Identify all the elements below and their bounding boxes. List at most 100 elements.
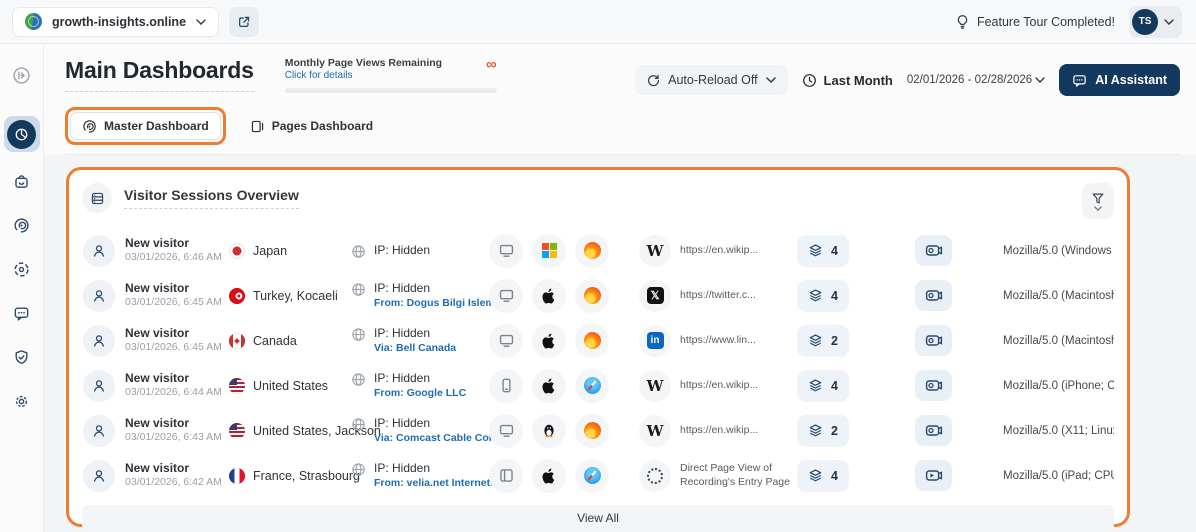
user-agent: Mozilla/5.0 (X11; Linux x8...: [1003, 425, 1114, 437]
isp-link[interactable]: Via: Bell Canada: [374, 341, 456, 355]
view-all-button[interactable]: View All: [82, 505, 1114, 531]
desktop-icon: [489, 324, 523, 358]
pages-dashboard-icon: [250, 119, 265, 134]
session-row[interactable]: New visitor03/01/2026, 6:44 AM United St…: [82, 363, 1114, 408]
visitor-icon: [83, 235, 115, 267]
auto-reload-dropdown[interactable]: Auto-Reload Off: [635, 65, 787, 95]
ai-assistant-button[interactable]: AI Assistant: [1059, 64, 1180, 96]
feature-tour-status[interactable]: Feature Tour Completed!: [955, 14, 1115, 30]
sidebar: [0, 44, 44, 532]
user-menu[interactable]: TS: [1129, 6, 1182, 38]
country-label: France, Strasbourg: [253, 469, 360, 483]
open-website-button[interactable]: [229, 7, 259, 37]
master-dashboard-highlight: Master Dashboard: [65, 107, 226, 145]
sidebar-item-feedback[interactable]: [7, 298, 37, 328]
sidebar-item-session-recordings[interactable]: [7, 254, 37, 284]
dashboards-pie-icon: [7, 120, 36, 149]
pages-count-badge[interactable]: 2: [797, 325, 849, 357]
referrer-url: https://en.wikip...: [680, 424, 758, 438]
referrer-url: https://twitter.c...: [680, 289, 756, 303]
card-title: Visitor Sessions Overview: [124, 187, 299, 209]
visitor-type: New visitor: [125, 281, 222, 297]
linkedin-icon: in: [639, 325, 671, 357]
firefox-icon: [575, 279, 609, 313]
isp-link[interactable]: From: velia.net Internetd...: [374, 476, 505, 490]
sidebar-item-visitor-behavior[interactable]: [7, 210, 37, 240]
sidebar-item-dashboards[interactable]: [4, 116, 40, 152]
wikipedia-icon: W: [639, 235, 671, 267]
camera-icon[interactable]: [915, 280, 952, 311]
ip-label: IP: Hidden: [374, 281, 506, 297]
pages-count-badge[interactable]: 4: [797, 235, 849, 267]
sidebar-item-settings[interactable]: [7, 386, 37, 416]
safari-icon: [575, 369, 609, 403]
visit-datetime: 03/01/2026, 6:45 AM: [125, 341, 222, 355]
globe-icon: [351, 462, 366, 477]
sidebar-item-ecommerce[interactable]: [7, 166, 37, 196]
tab-pages-label: Pages Dashboard: [272, 119, 373, 133]
camera-icon[interactable]: [915, 415, 952, 446]
pages-count: 4: [831, 244, 838, 258]
session-row[interactable]: New visitor03/01/2026, 6:46 AM Japan IP:…: [82, 228, 1114, 273]
external-link-icon: [237, 15, 251, 29]
date-range-picker[interactable]: 02/01/2026 - 02/28/2026: [907, 74, 1045, 86]
pages-count: 4: [831, 379, 838, 393]
globe-icon: [351, 417, 366, 432]
isp-link[interactable]: Via: Comcast Cable Com...: [374, 431, 507, 445]
refresh-icon: [647, 74, 660, 87]
pages-count-badge[interactable]: 4: [797, 460, 849, 492]
pages-count: 2: [831, 334, 838, 348]
site-name: growth-insights.online: [52, 15, 186, 29]
period-label: Last Month: [824, 73, 893, 88]
camera-icon[interactable]: [915, 325, 952, 356]
isp-link[interactable]: From: Google LLC: [374, 386, 466, 400]
page-header: Main Dashboards Monthly Page Views Remai…: [44, 44, 1196, 155]
chevron-down-icon: [1164, 19, 1174, 25]
tab-pages-dashboard[interactable]: Pages Dashboard: [242, 119, 381, 134]
user-agent: Mozilla/5.0 (iPhone; CPU ...: [1003, 380, 1114, 392]
flag-us-icon: [229, 378, 245, 394]
session-row[interactable]: New visitor03/01/2026, 6:45 AM Turkey, K…: [82, 273, 1114, 318]
pages-count-badge[interactable]: 4: [797, 280, 849, 312]
layers-icon: [808, 288, 823, 303]
tab-master-dashboard[interactable]: Master Dashboard: [70, 112, 221, 140]
session-row[interactable]: New visitor03/01/2026, 6:45 AM Canada IP…: [82, 318, 1114, 363]
globe-icon: [351, 327, 366, 342]
sidebar-collapse-button[interactable]: [7, 60, 37, 90]
lightbulb-icon: [955, 14, 970, 30]
auto-reload-label: Auto-Reload Off: [668, 73, 757, 87]
page-title: Main Dashboards: [65, 57, 254, 92]
site-logo-icon: [25, 13, 42, 30]
visitor-icon: [83, 370, 115, 402]
sidebar-item-privacy[interactable]: [7, 342, 37, 372]
session-row[interactable]: New visitor03/01/2026, 6:42 AM France, S…: [82, 453, 1114, 498]
website-selector[interactable]: growth-insights.online: [12, 7, 219, 37]
period-selector[interactable]: Last Month: [802, 73, 893, 88]
isp-link[interactable]: From: Dogus Bilgi Islem ...: [374, 296, 506, 310]
ip-label: IP: Hidden: [374, 243, 430, 259]
sessions-table-icon: [82, 183, 112, 213]
tablet-icon: [489, 459, 523, 493]
camera-icon[interactable]: [915, 370, 952, 401]
referrer-url: https://en.wikip...: [680, 244, 758, 258]
apple-icon: [532, 369, 566, 403]
camera-play-icon[interactable]: [915, 460, 952, 491]
session-row[interactable]: New visitor03/01/2026, 6:43 AM United St…: [82, 408, 1114, 453]
layers-icon: [808, 333, 823, 348]
camera-icon[interactable]: [915, 235, 952, 266]
referrer-url: https://en.wikip...: [680, 379, 758, 393]
pages-count-badge[interactable]: 4: [797, 370, 849, 402]
feature-tour-label: Feature Tour Completed!: [977, 15, 1115, 29]
flag-us-icon: [229, 423, 245, 439]
filter-button[interactable]: [1082, 183, 1114, 219]
quota-details-link[interactable]: Click for details: [285, 70, 442, 81]
apple-icon: [532, 459, 566, 493]
flag-jp-icon: [229, 243, 245, 259]
pages-count-badge[interactable]: 2: [797, 415, 849, 447]
visitor-icon: [83, 325, 115, 357]
visit-datetime: 03/01/2026, 6:42 AM: [125, 476, 222, 490]
globe-icon: [351, 282, 366, 297]
visitor-type: New visitor: [125, 416, 222, 432]
master-dashboard-icon: [82, 119, 97, 134]
visitor-type: New visitor: [125, 326, 222, 342]
